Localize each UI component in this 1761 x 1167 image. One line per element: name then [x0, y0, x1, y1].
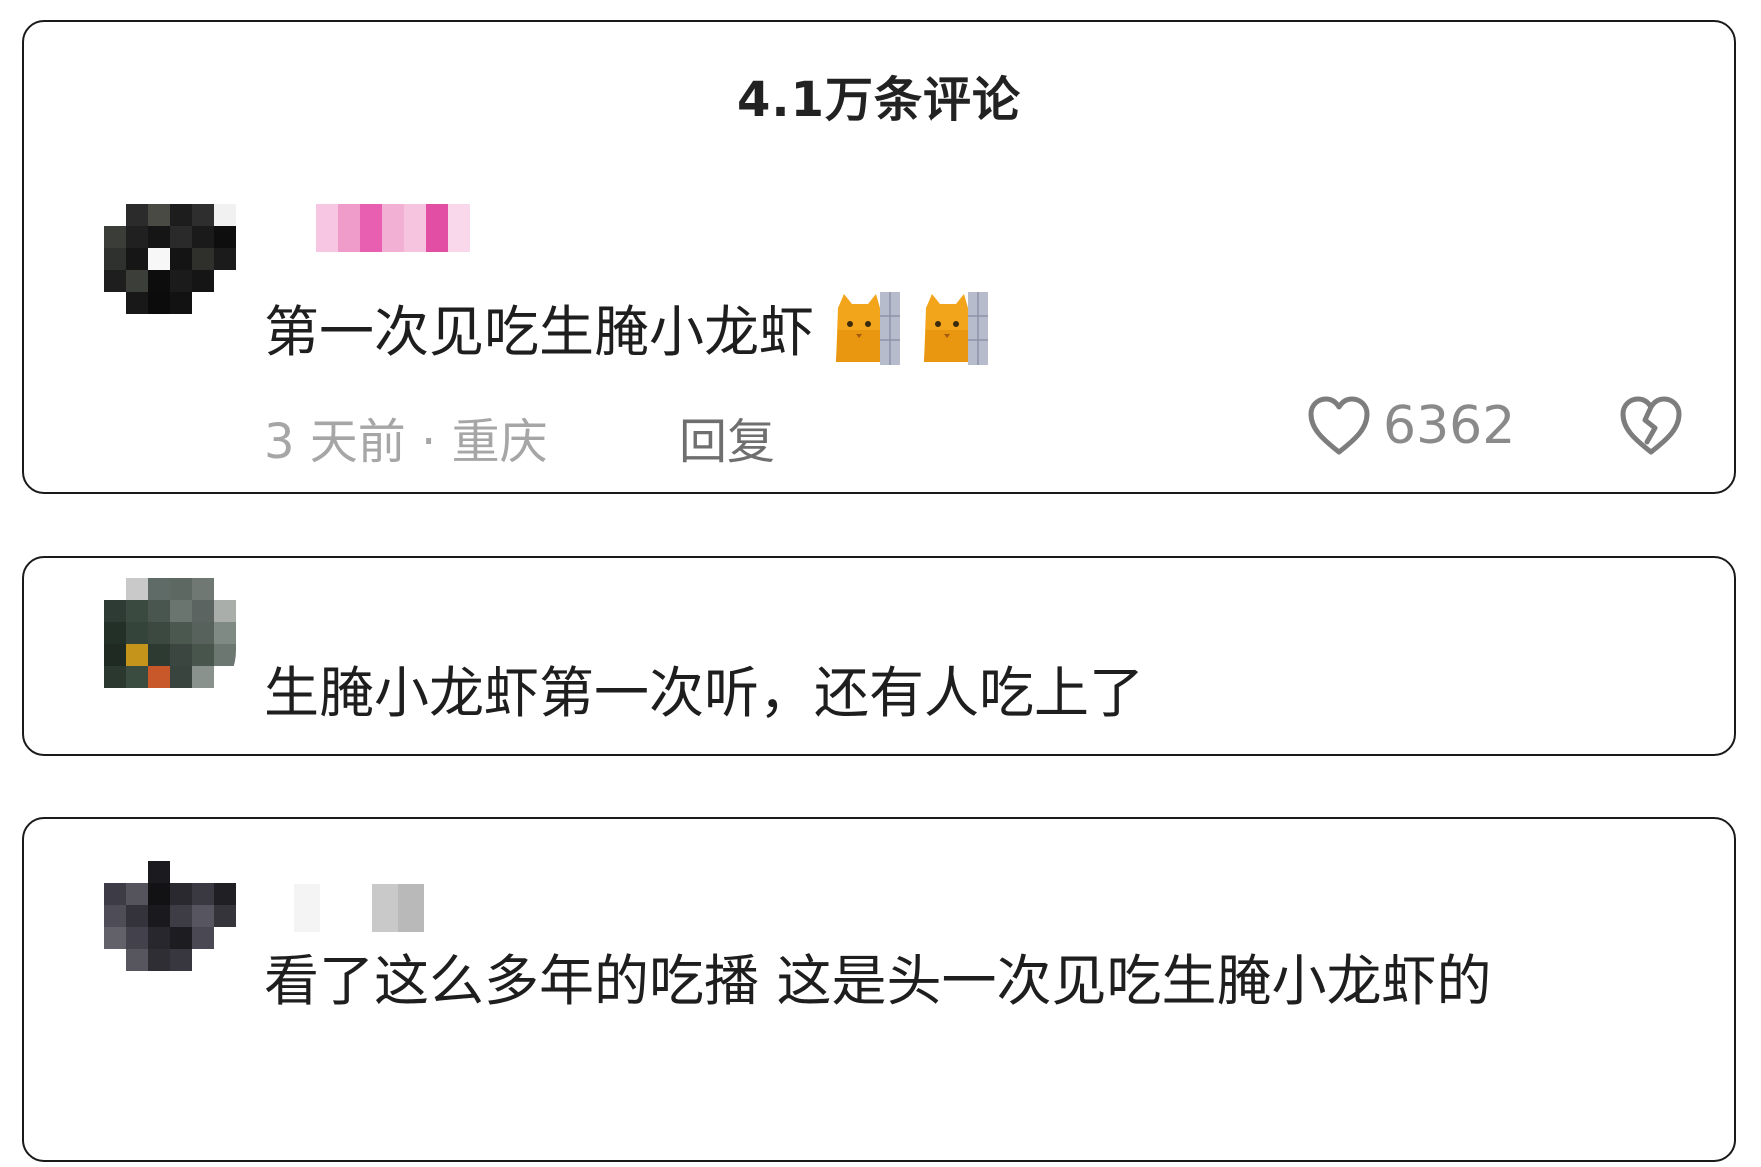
comment-text: 生腌小龙虾第一次听，还有人吃上了	[264, 661, 1145, 725]
avatar[interactable]	[104, 204, 236, 336]
avatar[interactable]	[104, 578, 236, 710]
like-button[interactable]: 6362	[1307, 396, 1515, 456]
comments-count-title: 4.1万条评论	[736, 72, 1022, 128]
comment-text: 第一次见吃生腌小龙虾	[264, 290, 990, 365]
comment-panel-header-card: 4.1万条评论 第一次见吃生腌小龙虾 3 天前 · 重庆 回复 6362	[22, 20, 1736, 494]
username-blurred[interactable]	[294, 884, 424, 932]
comment-time-location: 3 天前 · 重庆	[264, 414, 548, 470]
comment-text: 看了这么多年的吃播 这是头一次见吃生腌小龙虾的	[264, 949, 1492, 1013]
reply-button[interactable]: 回复	[679, 402, 775, 472]
comment-card: 看了这么多年的吃播 这是头一次见吃生腌小龙虾的	[22, 817, 1736, 1162]
username-blurred[interactable]	[316, 204, 470, 252]
avatar[interactable]	[104, 861, 236, 993]
like-count: 6362	[1383, 396, 1516, 456]
cat-peeking-icon	[924, 292, 989, 365]
dislike-button[interactable]	[1619, 396, 1683, 460]
broken-heart-icon	[1620, 396, 1682, 455]
heart-outline-icon	[1308, 396, 1370, 455]
comment-card: 生腌小龙虾第一次听，还有人吃上了	[22, 556, 1736, 756]
cat-peeking-icon	[836, 292, 901, 365]
